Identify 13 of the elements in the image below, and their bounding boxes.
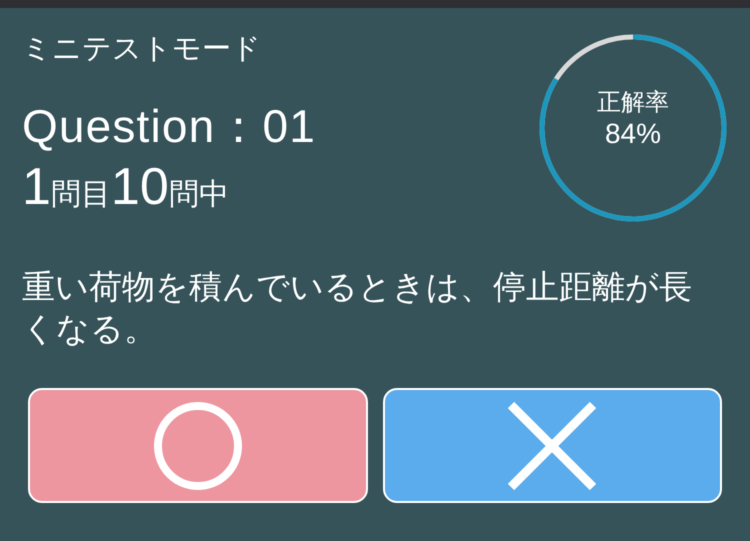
question-text: 重い荷物を積んでいるときは、停止距離が長くなる。	[21, 266, 693, 350]
circle-icon	[152, 400, 243, 490]
question-count: 10	[110, 158, 169, 216]
wrong-answer-button[interactable]	[382, 388, 722, 503]
count-label: 問目	[50, 177, 111, 213]
question-number: Question：01	[22, 99, 316, 154]
question-count: 1	[22, 158, 51, 216]
cross-icon	[507, 400, 598, 490]
accuracy-label: 正解率	[597, 87, 669, 117]
correct-answer-button[interactable]	[28, 388, 368, 503]
mode-title: ミニテストモード	[22, 30, 262, 67]
accuracy-value: 84%	[604, 117, 662, 151]
count-label: 問中	[168, 177, 229, 213]
